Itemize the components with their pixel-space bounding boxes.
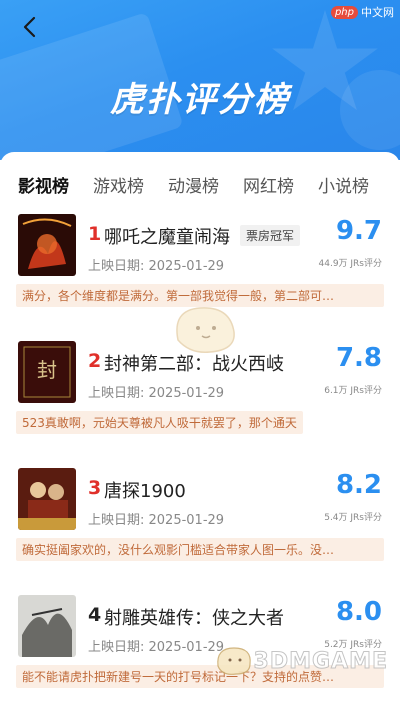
- page-title-text: 虎扑评分榜: [110, 80, 290, 120]
- movie-poster: [18, 595, 76, 657]
- site-logo-text: 中文网: [361, 6, 394, 19]
- movie-poster: [18, 468, 76, 530]
- movie-poster: 封: [18, 341, 76, 403]
- svg-text:封: 封: [37, 358, 57, 382]
- score-value: 7.8: [335, 343, 382, 373]
- header-banner: php 中文网 虎扑评分榜: [0, 0, 400, 160]
- rating-count: 6.1万 JRs评分: [324, 386, 382, 396]
- movie-title: 哪吒之魔童闹海: [104, 227, 230, 248]
- site-logo: php 中文网: [330, 4, 394, 20]
- page-title: 虎扑评分榜: [0, 72, 400, 121]
- rank-number: 1: [88, 223, 102, 245]
- release-date: 上映日期: 2025-01-29: [88, 513, 225, 528]
- score-value: 8.0: [335, 597, 382, 627]
- movie-poster: [18, 214, 76, 276]
- main-panel: 影视榜 游戏榜 动漫榜 网红榜 小说榜 1 哪吒之魔童闹海 票房冠军 上映日期:…: [0, 152, 400, 688]
- rating-count: 5.4万 JRs评分: [324, 513, 382, 523]
- category-tabs: 影视榜 游戏榜 动漫榜 网红榜 小说榜: [0, 152, 400, 204]
- release-date: 上映日期: 2025-01-29: [88, 640, 225, 655]
- tab-movies[interactable]: 影视榜: [18, 172, 69, 197]
- watermark: 3DMGAME: [214, 644, 388, 678]
- chevron-left-icon: [23, 16, 36, 38]
- rank-number: 3: [88, 477, 102, 499]
- back-button[interactable]: [14, 12, 44, 42]
- site-logo-badge: php: [330, 5, 358, 19]
- ranking-list: 1 哪吒之魔童闹海 票房冠军 上映日期: 2025-01-29 9.7 44.9…: [0, 208, 400, 716]
- release-date: 上映日期: 2025-01-29: [88, 386, 225, 401]
- mascot-logo-icon: [216, 647, 251, 675]
- top-comment[interactable]: 523真敢啊，元始天尊被凡人吸干就罢了，那个通天: [16, 411, 303, 434]
- mascot-watermark-icon: [176, 307, 235, 353]
- movie-title: 射雕英雄传：侠之大者: [104, 608, 284, 629]
- score-value: 8.2: [335, 470, 382, 500]
- rating-count: 44.9万 JRs评分: [318, 259, 383, 269]
- release-date: 上映日期: 2025-01-29: [88, 259, 225, 274]
- watermark-text: 3DMGAME: [253, 648, 388, 674]
- score-value: 9.7: [335, 216, 382, 246]
- movie-title: 唐探1900: [104, 481, 186, 502]
- rank-number: 2: [88, 350, 102, 372]
- top-comment[interactable]: 确实挺阖家欢的，没什么观影门槛适合带家人图一乐。没…: [16, 538, 384, 561]
- rank-number: 4: [88, 604, 102, 626]
- list-item[interactable]: 3 唐探1900 上映日期: 2025-01-29 8.2 5.4万 JRs评分…: [0, 462, 400, 589]
- tab-anime[interactable]: 动漫榜: [168, 172, 219, 197]
- status-badge: 票房冠军: [240, 225, 301, 246]
- tab-influencers[interactable]: 网红榜: [243, 172, 294, 197]
- tab-novels[interactable]: 小说榜: [318, 172, 369, 197]
- tab-games[interactable]: 游戏榜: [93, 172, 144, 197]
